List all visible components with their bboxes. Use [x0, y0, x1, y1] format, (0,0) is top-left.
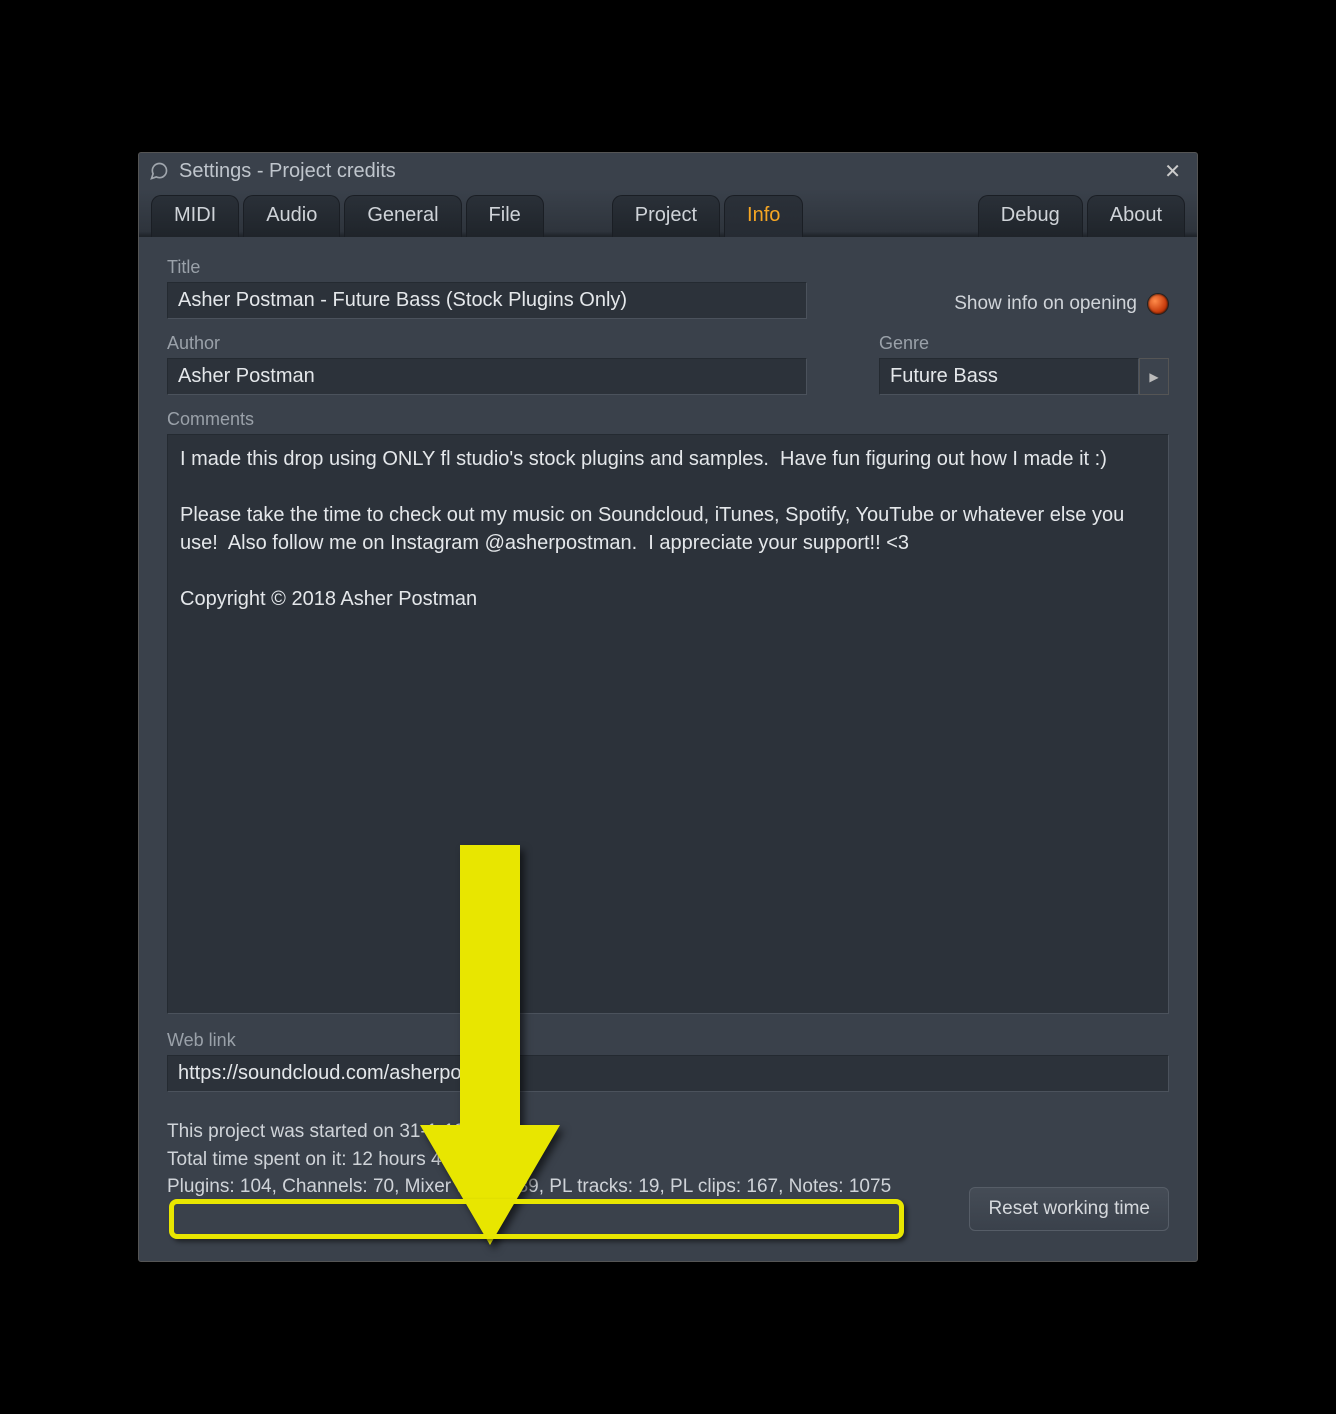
comments-textarea[interactable]: I made this drop using ONLY fl studio's …	[167, 434, 1169, 1014]
settings-window: Settings - Project credits ✕ MIDI Audio …	[138, 152, 1198, 1262]
content-panel: Title Show info on opening Author Genre …	[139, 237, 1197, 1261]
annotation-highlight-box	[169, 1199, 904, 1239]
show-info-label: Show info on opening	[954, 293, 1137, 315]
tab-file[interactable]: File	[466, 195, 544, 237]
tab-info[interactable]: Info	[724, 195, 803, 237]
titlebar: Settings - Project credits ✕	[139, 153, 1197, 189]
author-label: Author	[167, 333, 807, 354]
tab-debug[interactable]: Debug	[978, 195, 1083, 237]
genre-dropdown-button[interactable]: ▶	[1139, 358, 1169, 395]
show-info-toggle[interactable]: Show info on opening	[954, 293, 1169, 319]
weblink-input[interactable]	[167, 1055, 1169, 1092]
tab-audio[interactable]: Audio	[243, 195, 340, 237]
project-started-text: This project was started on 31-1-18 21:1…	[167, 1118, 1169, 1146]
comments-label: Comments	[167, 409, 1169, 430]
tab-midi[interactable]: MIDI	[151, 195, 239, 237]
author-input[interactable]	[167, 358, 807, 395]
genre-input[interactable]	[879, 358, 1139, 395]
tab-project[interactable]: Project	[612, 195, 720, 237]
comment-icon	[149, 161, 169, 181]
weblink-label: Web link	[167, 1030, 1169, 1051]
reset-working-time-button[interactable]: Reset working time	[969, 1187, 1169, 1231]
genre-label: Genre	[879, 333, 1169, 354]
title-input[interactable]	[167, 282, 807, 319]
window-title: Settings - Project credits	[179, 160, 1158, 183]
tab-bar: MIDI Audio General File Project Info Deb…	[139, 189, 1197, 237]
tab-general[interactable]: General	[344, 195, 461, 237]
time-spent-text: Total time spent on it: 12 hours 40 minu…	[167, 1146, 1169, 1174]
tab-about[interactable]: About	[1087, 195, 1185, 237]
close-icon[interactable]: ✕	[1158, 157, 1187, 186]
chevron-right-icon: ▶	[1149, 370, 1158, 384]
title-label: Title	[167, 257, 807, 278]
radio-on-icon	[1147, 293, 1169, 315]
